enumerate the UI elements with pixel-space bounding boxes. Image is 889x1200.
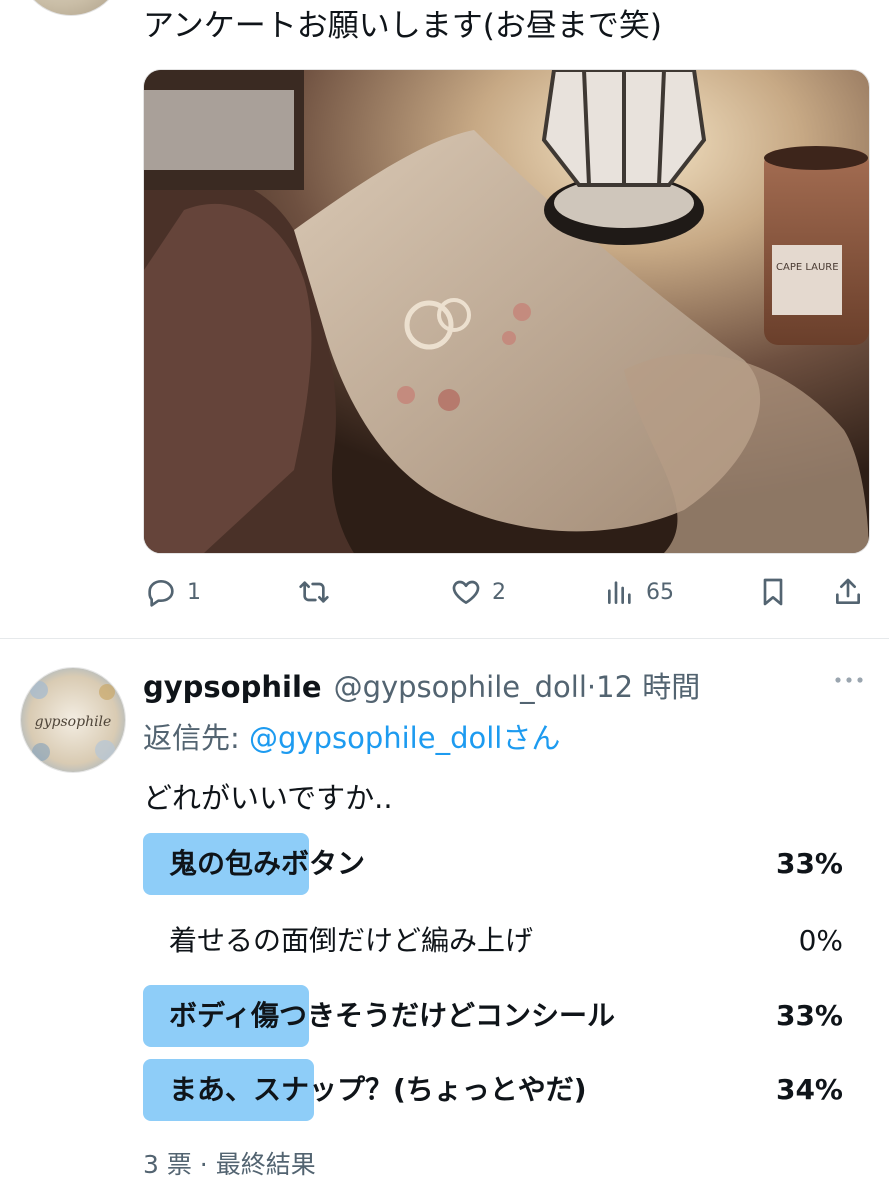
- tweet-text: どれがいいですか..: [143, 781, 393, 815]
- avatar[interactable]: gypsophile: [20, 667, 126, 773]
- poll-option: まあ、スナップ？(ちょっとやだ) 34%: [143, 1059, 843, 1121]
- poll-option: ボディ傷つきそうだけどコンシール 33%: [143, 985, 843, 1047]
- poll-option-label: 着せるの面倒だけど編み上げ: [169, 924, 534, 957]
- tweet-header: gypsophile @gypsophile_doll · 12 時間: [143, 664, 700, 704]
- poll-option-label: 鬼の包みボタン: [169, 847, 366, 880]
- meta-separator: ·: [586, 670, 597, 704]
- user-handle[interactable]: @gypsophile_doll: [334, 670, 587, 704]
- like-button[interactable]: 2: [450, 572, 506, 612]
- like-count: 2: [492, 579, 506, 605]
- tweet-photo[interactable]: CAPE LAURE: [143, 69, 870, 554]
- poll-option-label: まあ、スナップ？(ちょっとやだ): [169, 1073, 587, 1106]
- poll-option: 鬼の包みボタン 33%: [143, 833, 843, 895]
- poll-option-percent: 33%: [775, 999, 843, 1032]
- reply-count: 1: [187, 579, 201, 605]
- photo-image: CAPE LAURE: [144, 70, 869, 553]
- poll-footer: 3 票 · 最終結果: [143, 1150, 316, 1179]
- like-icon: [452, 580, 480, 604]
- poll-option-percent: 34%: [775, 1073, 843, 1106]
- views-icon: [608, 581, 631, 604]
- share-button[interactable]: [832, 572, 864, 612]
- views-button[interactable]: 65: [604, 572, 674, 612]
- reply-mention-link[interactable]: @gypsophile_doll: [249, 721, 502, 755]
- tweet-text: アンケートお願いします(お昼まで笑): [143, 8, 662, 44]
- poll-option-percent: 33%: [775, 847, 843, 880]
- poll-option: 着せるの面倒だけど編み上げ 0%: [143, 910, 843, 972]
- reply-prefix: 返信先:: [143, 721, 240, 755]
- tweet-divider: [0, 638, 889, 639]
- poll-option-label: ボディ傷つきそうだけどコンシール: [169, 999, 616, 1032]
- poll-option-percent: 0%: [798, 924, 843, 957]
- reply-icon: [148, 580, 174, 607]
- tweet-time[interactable]: 12 時間: [596, 664, 700, 706]
- avatar-logo-text: gypsophile: [35, 714, 112, 730]
- retweet-icon: [299, 581, 329, 603]
- avatar[interactable]: [18, 0, 124, 16]
- view-count: 65: [646, 579, 674, 605]
- avatar-image: gypsophile: [21, 668, 125, 772]
- retweet-button[interactable]: [298, 572, 340, 612]
- bookmark-icon: [763, 578, 783, 606]
- reply-suffix: さん: [502, 721, 561, 755]
- bookmark-button[interactable]: [757, 572, 789, 612]
- share-icon: [836, 578, 860, 604]
- candle-label: CAPE LAURE: [776, 262, 839, 273]
- display-name[interactable]: gypsophile: [143, 670, 322, 704]
- more-options-icon[interactable]: [832, 668, 866, 692]
- reply-button[interactable]: 1: [145, 572, 201, 612]
- reply-context: 返信先: @gypsophile_dollさん: [143, 715, 560, 757]
